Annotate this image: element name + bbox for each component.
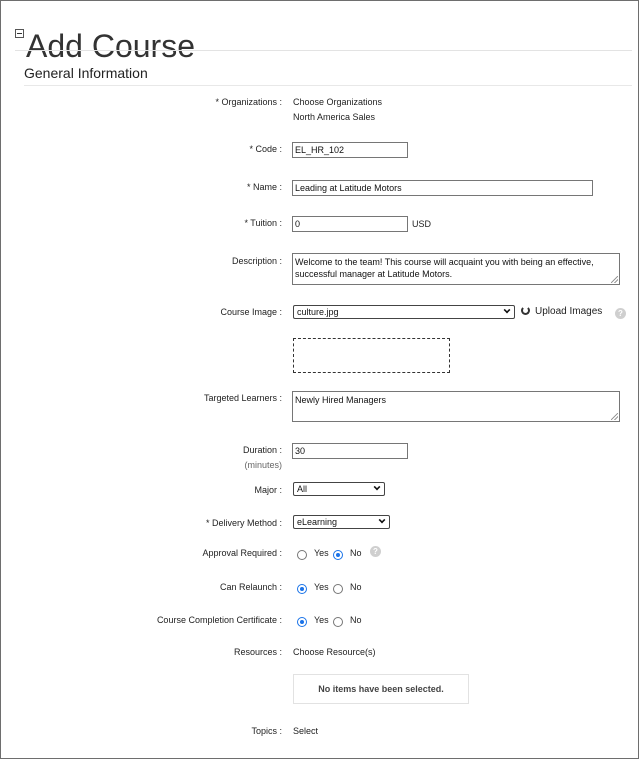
approval-no-label: No — [350, 548, 362, 558]
code-input[interactable]: EL_HR_102 — [292, 142, 408, 158]
delivery-method-value: eLearning — [297, 517, 338, 527]
window-frame: Add Course General Information * Organiz… — [0, 0, 639, 759]
organizations-label: * Organizations : — [215, 97, 282, 107]
image-preview-dropzone[interactable] — [293, 338, 450, 373]
approval-yes-radio[interactable] — [297, 550, 307, 560]
targeted-learners-textarea[interactable]: Newly Hired Managers — [292, 391, 620, 422]
delivery-method-label: * Delivery Method : — [205, 518, 282, 528]
course-image-label: Course Image : — [220, 307, 282, 317]
help-icon[interactable]: ? — [370, 546, 381, 557]
resources-label: Resources : — [233, 647, 282, 657]
upload-images-button[interactable]: Upload Images — [521, 306, 602, 317]
targeted-learners-label: Targeted Learners : — [203, 393, 282, 403]
approval-required-label: Approval Required : — [202, 548, 282, 558]
topics-label: Topics : — [251, 726, 282, 736]
delivery-method-select[interactable]: eLearning — [293, 515, 390, 529]
description-text: Welcome to the team! This course will ac… — [295, 257, 594, 279]
choose-organizations-link[interactable]: Choose Organizations — [293, 97, 382, 107]
tuition-label: * Tuition : — [244, 218, 282, 228]
major-value: All — [297, 484, 308, 494]
approval-yes-label: Yes — [314, 548, 329, 558]
course-image-value: culture.jpg — [297, 307, 339, 317]
resize-handle-icon[interactable] — [611, 413, 618, 420]
page-title: Add Course — [26, 28, 195, 65]
currency-unit: USD — [412, 219, 432, 229]
section-divider — [24, 85, 632, 86]
relaunch-yes-radio[interactable] — [297, 584, 307, 594]
duration-label: Duration : — [242, 445, 282, 455]
certificate-no-radio[interactable] — [333, 617, 343, 627]
certificate-yes-radio[interactable] — [297, 617, 307, 627]
select-topics-link[interactable]: Select — [293, 726, 318, 736]
certificate-no-label: No — [350, 615, 362, 625]
can-relaunch-label: Can Relaunch : — [219, 582, 282, 592]
approval-no-radio[interactable] — [333, 550, 343, 560]
name-label: * Name : — [246, 182, 282, 192]
chevron-down-icon — [503, 306, 511, 314]
resize-handle-icon[interactable] — [611, 276, 618, 283]
tuition-input[interactable]: 0 — [292, 216, 408, 232]
help-icon[interactable]: ? — [615, 308, 626, 319]
choose-resources-link[interactable]: Choose Resource(s) — [293, 647, 376, 657]
targeted-learners-text: Newly Hired Managers — [295, 395, 387, 405]
divider — [15, 50, 632, 51]
relaunch-yes-label: Yes — [314, 582, 329, 592]
section-title: General Information — [24, 65, 148, 81]
chevron-down-icon — [378, 516, 386, 524]
description-textarea[interactable]: Welcome to the team! This course will ac… — [292, 253, 620, 285]
duration-unit-label: (minutes) — [244, 460, 282, 470]
course-image-select[interactable]: culture.jpg — [293, 305, 515, 319]
relaunch-no-radio[interactable] — [333, 584, 343, 594]
relaunch-no-label: No — [350, 582, 362, 592]
certificate-yes-label: Yes — [314, 615, 329, 625]
code-label: * Code : — [249, 144, 282, 154]
selected-resources-empty: No items have been selected. — [293, 674, 469, 704]
duration-input[interactable]: 30 — [292, 443, 408, 459]
refresh-icon — [521, 306, 530, 315]
upload-images-label: Upload Images — [535, 306, 603, 317]
name-input[interactable]: Leading at Latitude Motors — [292, 180, 593, 196]
chevron-down-icon — [373, 483, 381, 491]
description-label: Description : — [231, 256, 282, 266]
major-select[interactable]: All — [293, 482, 385, 496]
collapse-icon[interactable] — [15, 29, 24, 38]
major-label: Major : — [254, 485, 282, 495]
selected-organization: North America Sales — [293, 112, 376, 122]
completion-certificate-label: Course Completion Certificate : — [156, 615, 282, 625]
